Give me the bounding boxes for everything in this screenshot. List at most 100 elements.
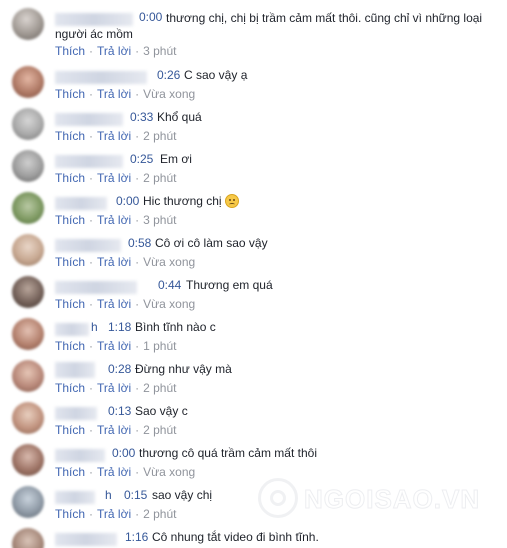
comment-age[interactable]: Vừa xong bbox=[143, 87, 195, 101]
comment-actions: Thích · Trả lời · 2 phút bbox=[55, 423, 176, 437]
reply-button[interactable]: Trả lời bbox=[97, 87, 131, 101]
like-button[interactable]: Thích bbox=[55, 44, 85, 58]
commenter-name-blurred[interactable] bbox=[55, 239, 121, 252]
reply-button[interactable]: Trả lời bbox=[97, 255, 131, 269]
video-timestamp[interactable]: 0:33 bbox=[130, 110, 153, 124]
like-button[interactable]: Thích bbox=[55, 507, 85, 521]
commenter-name-partial[interactable]: h bbox=[91, 320, 98, 334]
reply-button[interactable]: Trả lời bbox=[97, 465, 131, 479]
commenter-name-blurred[interactable] bbox=[55, 197, 107, 210]
comment-actions: Thích · Trả lời · 2 phút bbox=[55, 129, 176, 143]
commenter-name-partial[interactable]: h bbox=[105, 488, 112, 502]
video-timestamp[interactable]: 0:26 bbox=[157, 68, 180, 82]
reply-button[interactable]: Trả lời bbox=[97, 423, 131, 437]
avatar[interactable] bbox=[12, 528, 44, 548]
comment-text: Sao vậy c bbox=[135, 404, 188, 418]
comment-item: 0:00 Hic thương chị Thích · Trả lời · 3 phút bbox=[0, 190, 507, 232]
avatar[interactable] bbox=[12, 360, 44, 392]
commenter-name-blurred[interactable] bbox=[55, 449, 105, 462]
like-button[interactable]: Thích bbox=[55, 171, 85, 185]
like-button[interactable]: Thích bbox=[55, 381, 85, 395]
reply-button[interactable]: Trả lời bbox=[97, 381, 131, 395]
reply-button[interactable]: Trả lời bbox=[97, 213, 131, 227]
reply-button[interactable]: Trả lời bbox=[97, 507, 131, 521]
comment-actions: Thích · Trả lời · Vừa xong bbox=[55, 87, 195, 101]
commenter-name-blurred[interactable] bbox=[55, 71, 147, 84]
commenter-name-blurred[interactable] bbox=[55, 113, 123, 126]
avatar[interactable] bbox=[12, 402, 44, 434]
video-timestamp[interactable]: 0:25 bbox=[130, 152, 153, 166]
commenter-name-blurred[interactable] bbox=[55, 362, 95, 378]
comment-age[interactable]: 2 phút bbox=[143, 507, 176, 521]
separator: · bbox=[135, 465, 140, 479]
comment-item: 0:26 C sao vậy ạ Thích · Trả lời · Vừa xong bbox=[0, 64, 507, 106]
video-timestamp[interactable]: 0:00 bbox=[112, 446, 135, 460]
comment-age[interactable]: 2 phút bbox=[143, 171, 176, 185]
comment-age[interactable]: 3 phút bbox=[143, 44, 176, 58]
comment-item: 0:33 Khổ quá Thích · Trả lời · 2 phút bbox=[0, 106, 507, 148]
like-button[interactable]: Thích bbox=[55, 213, 85, 227]
separator: · bbox=[89, 465, 94, 479]
avatar[interactable] bbox=[12, 66, 44, 98]
comment-age[interactable]: 3 phút bbox=[143, 213, 176, 227]
comment-age[interactable]: Vừa xong bbox=[143, 255, 195, 269]
commenter-name-blurred[interactable] bbox=[55, 323, 89, 336]
comment-age[interactable]: 2 phút bbox=[143, 381, 176, 395]
like-button[interactable]: Thích bbox=[55, 465, 85, 479]
avatar[interactable] bbox=[12, 276, 44, 308]
commenter-name-blurred[interactable] bbox=[55, 407, 97, 420]
video-timestamp[interactable]: 1:16 bbox=[125, 530, 148, 544]
sad-face-emoji-icon bbox=[224, 194, 239, 208]
comment-text: thương chị, chị bị trầm cảm mất thôi. cũ… bbox=[55, 11, 483, 41]
video-timestamp[interactable]: 0:15 bbox=[124, 488, 147, 502]
video-timestamp[interactable]: 0:13 bbox=[108, 404, 131, 418]
reply-button[interactable]: Trả lời bbox=[97, 44, 131, 58]
comment-age[interactable]: Vừa xong bbox=[143, 465, 195, 479]
reply-button[interactable]: Trả lời bbox=[97, 129, 131, 143]
reply-button[interactable]: Trả lời bbox=[97, 339, 131, 353]
video-timestamp[interactable]: 0:00 bbox=[116, 194, 139, 208]
avatar[interactable] bbox=[12, 318, 44, 350]
video-timestamp[interactable]: 0:58 bbox=[128, 236, 151, 250]
commenter-name-blurred[interactable] bbox=[55, 533, 117, 546]
commenter-name-blurred[interactable] bbox=[55, 155, 123, 168]
comment-text: Cô ơi cô làm sao vậy bbox=[155, 236, 268, 250]
reply-button[interactable]: Trả lời bbox=[97, 297, 131, 311]
like-button[interactable]: Thích bbox=[55, 339, 85, 353]
avatar[interactable] bbox=[12, 486, 44, 518]
reply-button[interactable]: Trả lời bbox=[97, 171, 131, 185]
comment-text: Cô nhung tắt video đi bình tĩnh. bbox=[152, 530, 319, 544]
separator: · bbox=[89, 213, 94, 227]
comment-text: Em ơi bbox=[160, 152, 192, 166]
separator: · bbox=[135, 423, 140, 437]
comment-text: Hic thương chị bbox=[143, 194, 239, 208]
like-button[interactable]: Thích bbox=[55, 129, 85, 143]
comment-item: 0:00 thương chị, chị bị trầm cảm mất thô… bbox=[0, 6, 507, 58]
comment-actions: Thích · Trả lời · 3 phút bbox=[55, 44, 176, 58]
avatar[interactable] bbox=[12, 192, 44, 224]
avatar[interactable] bbox=[12, 150, 44, 182]
video-timestamp[interactable]: 0:44 bbox=[158, 278, 181, 292]
like-button[interactable]: Thích bbox=[55, 423, 85, 437]
avatar[interactable] bbox=[12, 444, 44, 476]
comment-age[interactable]: 2 phút bbox=[143, 423, 176, 437]
comment-age[interactable]: 2 phút bbox=[143, 129, 176, 143]
like-button[interactable]: Thích bbox=[55, 87, 85, 101]
like-button[interactable]: Thích bbox=[55, 297, 85, 311]
commenter-name-blurred[interactable] bbox=[55, 281, 137, 294]
separator: · bbox=[89, 171, 94, 185]
like-button[interactable]: Thích bbox=[55, 255, 85, 269]
comment-age[interactable]: 1 phút bbox=[143, 339, 176, 353]
separator: · bbox=[135, 213, 140, 227]
comment-age[interactable]: Vừa xong bbox=[143, 297, 195, 311]
avatar[interactable] bbox=[12, 8, 44, 40]
video-timestamp[interactable]: 0:28 bbox=[108, 362, 131, 376]
comment-text: thương cô quá trầm cảm mất thôi bbox=[139, 446, 317, 460]
comment-item: h 1:18 Bình tĩnh nào c Thích · Trả lời · 1 p… bbox=[0, 316, 507, 358]
commenter-name-blurred[interactable] bbox=[55, 491, 95, 504]
avatar[interactable] bbox=[12, 234, 44, 266]
avatar[interactable] bbox=[12, 108, 44, 140]
comment-text: Thương em quá bbox=[186, 278, 273, 292]
separator: · bbox=[135, 339, 140, 353]
video-timestamp[interactable]: 1:18 bbox=[108, 320, 131, 334]
